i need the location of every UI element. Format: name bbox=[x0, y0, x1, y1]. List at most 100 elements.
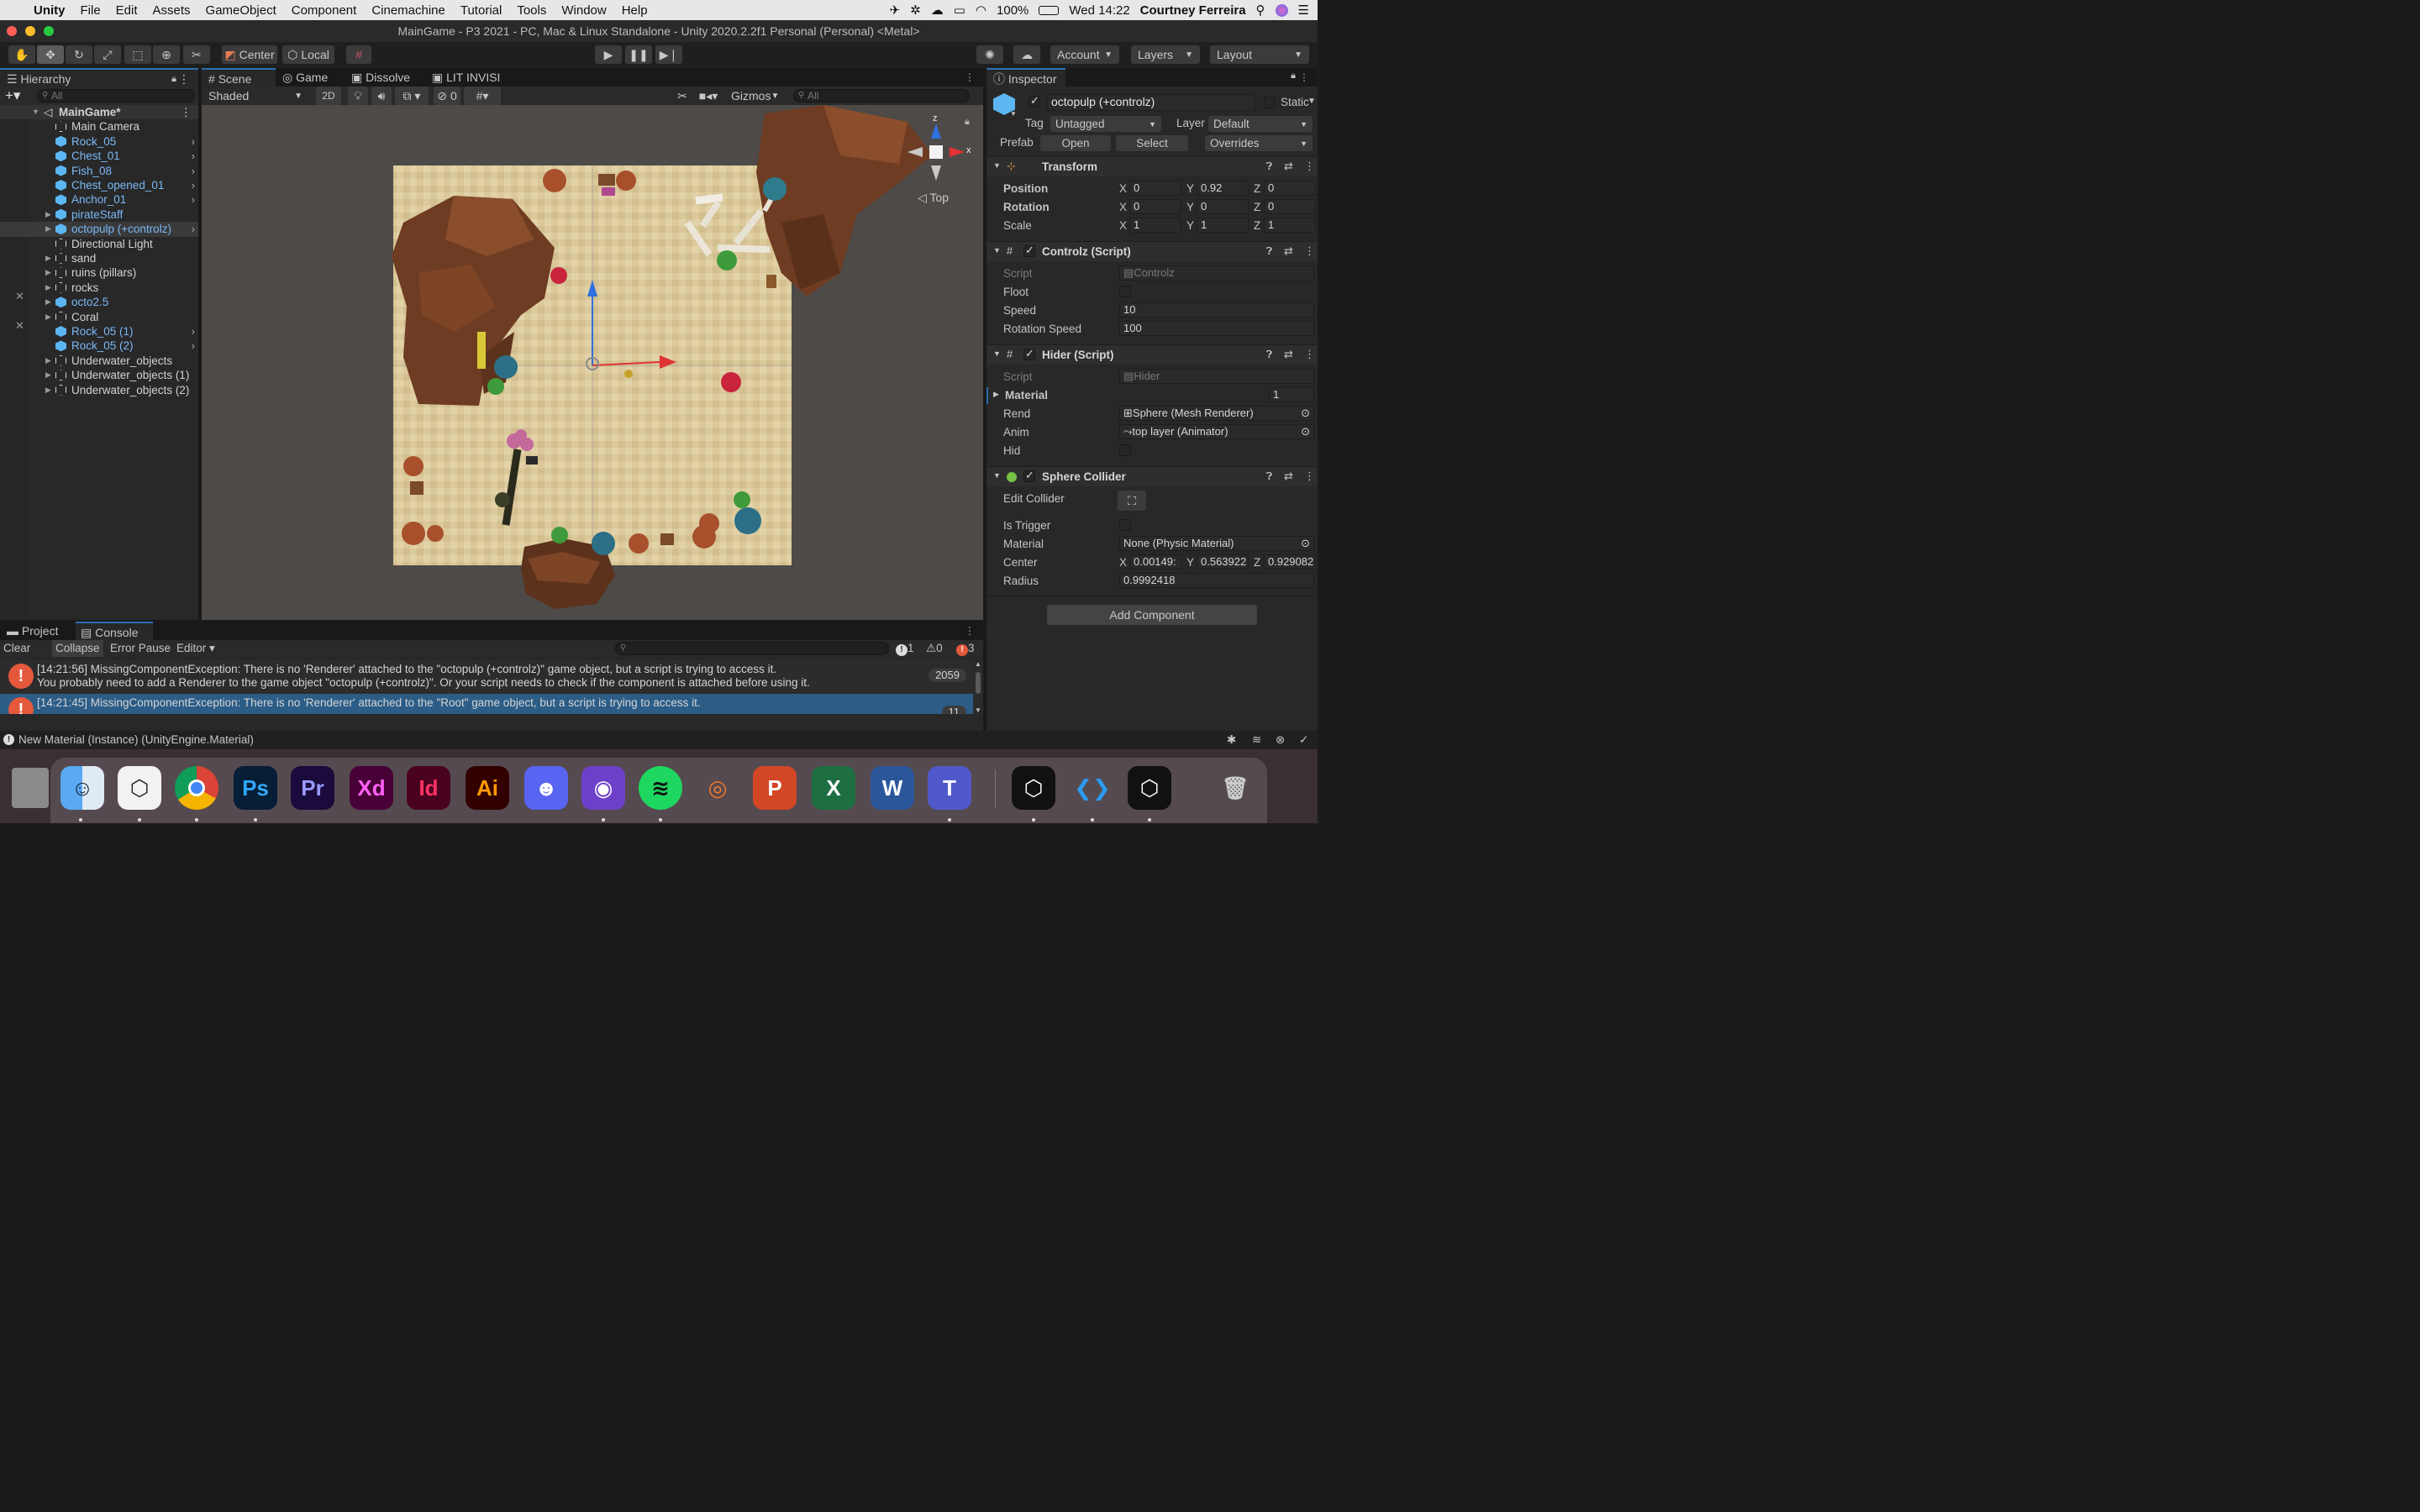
layers-dropdown[interactable]: Layers ▼ bbox=[1131, 45, 1200, 64]
tab-dissolve[interactable]: ▣ Dissolve bbox=[346, 68, 427, 87]
is-trigger-checkbox[interactable] bbox=[1119, 519, 1131, 531]
wifi-icon[interactable]: ◠ bbox=[976, 3, 986, 18]
menu-assets[interactable]: Assets bbox=[145, 3, 198, 18]
component-menu-icon[interactable]: ⋮ bbox=[1304, 160, 1315, 173]
illustrator-icon[interactable]: Ai bbox=[466, 766, 509, 810]
speed-field[interactable]: 10 bbox=[1119, 302, 1314, 318]
step-button[interactable]: ▶❘ bbox=[655, 45, 682, 64]
effects-toggle-icon[interactable]: ⧉ ▾ bbox=[395, 87, 429, 105]
menu-tools[interactable]: Tools bbox=[509, 3, 554, 18]
hierarchy-row[interactable]: ▶ pirateStaff bbox=[0, 207, 198, 222]
shading-dropdown[interactable]: Shaded ▼ bbox=[202, 87, 309, 105]
expand-arrow-icon[interactable]: ▶ bbox=[45, 207, 51, 222]
layout-dropdown[interactable]: Layout ▼ bbox=[1210, 45, 1309, 64]
tab-hierarchy[interactable]: ☰ Hierarchy 🔒︎ ⋮ bbox=[0, 68, 198, 87]
center-y-field[interactable]: 0.563922 bbox=[1197, 554, 1249, 570]
trash-icon[interactable]: 🗑︎ bbox=[1213, 766, 1257, 810]
position-x-field[interactable]: 0 bbox=[1129, 181, 1181, 196]
hierarchy-row[interactable]: ▶ octo2.5 bbox=[0, 295, 198, 309]
hierarchy-row[interactable]: Chest_01 › bbox=[0, 149, 198, 163]
rotation-z-field[interactable]: 0 bbox=[1264, 199, 1316, 214]
preset-icon[interactable]: ⇄ bbox=[1284, 160, 1293, 173]
finder-icon[interactable]: ☺ bbox=[60, 766, 104, 810]
menu-help[interactable]: Help bbox=[614, 3, 655, 18]
tab-console[interactable]: ▤ Console bbox=[76, 622, 153, 640]
hierarchy-row[interactable]: ▶ Underwater_objects (2) bbox=[0, 383, 198, 397]
floot-checkbox[interactable] bbox=[1119, 286, 1131, 297]
console-log-row[interactable]: ! [14:21:45] MissingComponentException: … bbox=[0, 694, 973, 714]
chevron-down-icon[interactable]: ▼ bbox=[1307, 97, 1316, 106]
expand-arrow-icon[interactable]: ▶ bbox=[45, 310, 51, 324]
open-prefab-icon[interactable]: › bbox=[192, 149, 195, 163]
tools-icon[interactable]: ✂ bbox=[672, 87, 692, 105]
unity-icon[interactable]: ⬡ bbox=[1128, 766, 1171, 810]
2d-toggle[interactable]: 2D bbox=[316, 87, 341, 105]
scroll-thumb[interactable] bbox=[976, 672, 981, 694]
hider-enabled-checkbox[interactable] bbox=[1023, 347, 1035, 360]
lighting-toggle-icon[interactable]: 💡︎ bbox=[348, 87, 368, 105]
audio-toggle-icon[interactable]: 🔊︎ bbox=[371, 87, 392, 105]
blender-icon[interactable]: ◎ bbox=[696, 766, 739, 810]
adobe-xd-icon[interactable]: Xd bbox=[350, 766, 393, 810]
preset-icon[interactable]: ⇄ bbox=[1284, 348, 1293, 361]
hierarchy-row[interactable]: Rock_05 (2) › bbox=[0, 339, 198, 353]
help-icon[interactable]: ❓︎ bbox=[1266, 349, 1272, 361]
object-picker-icon[interactable]: ⊙ bbox=[1301, 537, 1310, 550]
help-icon[interactable]: ❓︎ bbox=[1266, 160, 1272, 173]
collapse-toggle[interactable]: Collapse bbox=[52, 640, 103, 657]
hierarchy-row[interactable]: ▶ Underwater_objects (1) bbox=[0, 368, 198, 382]
open-prefab-icon[interactable]: › bbox=[192, 222, 195, 236]
error-pause-toggle[interactable]: Error Pause bbox=[110, 640, 171, 657]
status-cache-icon[interactable]: ⊗ bbox=[1276, 731, 1285, 749]
scale-x-field[interactable]: 1 bbox=[1129, 218, 1181, 233]
user-name[interactable]: Courtney Ferreira bbox=[1140, 3, 1246, 18]
tab-lit-invisi[interactable]: ▣ LIT INVISI bbox=[427, 68, 519, 87]
pivot-center-button[interactable]: ◩ Center bbox=[222, 45, 277, 64]
edit-collider-button[interactable]: ⛶ bbox=[1118, 491, 1146, 511]
collab-icon[interactable]: ✺ bbox=[976, 45, 1003, 64]
hierarchy-row[interactable]: Directional Light bbox=[0, 237, 198, 251]
material-size-field[interactable]: 1 bbox=[1269, 387, 1314, 402]
expand-arrow-icon[interactable]: ▶ bbox=[45, 265, 51, 280]
close-window-button[interactable] bbox=[7, 26, 17, 36]
status-gear-icon[interactable]: ✲ bbox=[910, 3, 921, 18]
github-desktop-icon[interactable]: ◉ bbox=[581, 766, 625, 810]
hierarchy-row[interactable]: ▶ Underwater_objects bbox=[0, 354, 198, 368]
pivot-local-button[interactable]: ⬡ Local bbox=[282, 45, 334, 64]
unity-icon[interactable]: ⬡ bbox=[1012, 766, 1055, 810]
help-icon[interactable]: ❓︎ bbox=[1266, 245, 1272, 258]
object-picker-icon[interactable]: ⊙ bbox=[1301, 407, 1310, 420]
component-menu-icon[interactable]: ⋮ bbox=[1304, 244, 1315, 258]
teams-icon[interactable]: T bbox=[928, 766, 971, 810]
gizmo-lock-icon[interactable]: 🔒︎ bbox=[965, 117, 970, 128]
scale-y-field[interactable]: 1 bbox=[1197, 218, 1249, 233]
word-icon[interactable]: W bbox=[871, 766, 914, 810]
hierarchy-row[interactable]: Main Camera bbox=[0, 119, 198, 134]
static-checkbox[interactable] bbox=[1264, 97, 1276, 108]
warning-count-toggle[interactable]: ⚠0 bbox=[926, 640, 943, 657]
chevron-down-icon[interactable]: ▼ bbox=[1010, 110, 1017, 118]
grid-toggle-icon[interactable]: #▾ bbox=[464, 87, 501, 105]
pause-button[interactable]: ❚❚ bbox=[625, 45, 652, 64]
prefab-select-button[interactable]: Select bbox=[1116, 135, 1188, 151]
clock[interactable]: Wed 14:22 bbox=[1069, 3, 1129, 18]
hand-tool-icon[interactable]: ✋ bbox=[8, 45, 35, 64]
transform-tool-icon[interactable]: ⊕ bbox=[153, 45, 180, 64]
gizmos-dropdown[interactable]: Gizmos ▼ bbox=[724, 87, 785, 105]
scroll-up-icon[interactable]: ▲ bbox=[975, 660, 981, 668]
status-message[interactable]: New Material (Instance) (UnityEngine.Mat… bbox=[18, 731, 254, 749]
transform-header[interactable]: ▼ ⊹ Transform ❓︎ ⇄ ⋮ bbox=[986, 156, 1318, 176]
open-prefab-icon[interactable]: › bbox=[192, 324, 195, 339]
expand-arrow-icon[interactable]: ▶ bbox=[45, 251, 51, 265]
play-button[interactable]: ▶ bbox=[595, 45, 622, 64]
grid-snap-icon[interactable]: # bbox=[346, 45, 371, 64]
siri-icon[interactable] bbox=[1275, 3, 1288, 17]
hierarchy-row[interactable]: ▶ Coral bbox=[0, 310, 198, 324]
foldout-arrow-icon[interactable]: ▼ bbox=[993, 161, 1001, 170]
controlz-enabled-checkbox[interactable] bbox=[1023, 244, 1035, 257]
open-prefab-icon[interactable]: › bbox=[192, 164, 195, 178]
zoom-window-button[interactable] bbox=[44, 26, 54, 36]
layer-dropdown[interactable]: Default ▼ bbox=[1208, 116, 1313, 132]
tag-dropdown[interactable]: Untagged ▼ bbox=[1050, 116, 1161, 132]
hierarchy-row[interactable]: ▶ sand bbox=[0, 251, 198, 265]
